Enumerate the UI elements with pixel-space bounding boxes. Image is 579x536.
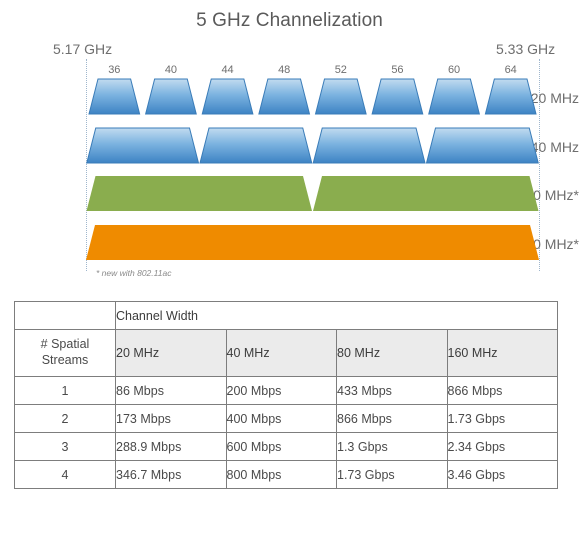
cell-rate-20mhz: 173 Mbps [115, 404, 227, 433]
channel-band-segment [86, 225, 539, 260]
table-col-header-40mhz: 40 MHz [225, 329, 337, 377]
row-header-line-1: # Spatial [40, 337, 90, 352]
data-rate-table: Channel Width # Spatial Streams 20 MHz 4… [14, 301, 558, 489]
cell-rate-160mhz: 2.34 Gbps [446, 432, 558, 461]
table-row-header-label: # Spatial Streams [14, 329, 116, 377]
channel-band-segment [86, 127, 200, 164]
channel-band-segment [313, 176, 539, 211]
table-col-header-20mhz: 20 MHz [115, 329, 227, 377]
cell-rate-80mhz: 1.73 Gbps [336, 460, 448, 489]
channel-band-segment [371, 78, 424, 115]
table-col-header-160mhz: 160 MHz [446, 329, 558, 377]
cell-streams: 3 [14, 432, 116, 461]
channelization-diagram: 5.17 GHz 5.33 GHz 36 40 44 48 52 56 60 64 20 MH… [0, 0, 579, 292]
cell-rate-80mhz: 1.3 Gbps [336, 432, 448, 461]
table-row: 4 346.7 Mbps 800 Mbps 1.73 Gbps 3.46 Gbp… [14, 460, 558, 489]
channel-band-segment [428, 78, 481, 115]
band-shapes [86, 78, 539, 260]
table-group-header-row: Channel Width [14, 301, 558, 330]
cell-rate-160mhz: 1.73 Gbps [446, 404, 558, 433]
cell-rate-40mhz: 800 Mbps [225, 460, 337, 489]
cell-streams: 1 [14, 376, 116, 405]
channel-band-segment [88, 78, 141, 115]
cell-streams: 2 [14, 404, 116, 433]
channel-band-segment [314, 78, 367, 115]
cell-rate-20mhz: 86 Mbps [115, 376, 227, 405]
channel-band-segment [484, 78, 537, 115]
channel-band-segment [144, 78, 197, 115]
channel-band-segment [86, 176, 312, 211]
cell-rate-20mhz: 346.7 Mbps [115, 460, 227, 489]
channel-band-segment [258, 78, 311, 115]
cell-rate-20mhz: 288.9 Mbps [115, 432, 227, 461]
cell-rate-80mhz: 433 Mbps [336, 376, 448, 405]
channel-band-segment [425, 127, 539, 164]
channel-band-segment [312, 127, 426, 164]
table-corner-blank [14, 301, 116, 330]
cell-rate-40mhz: 600 Mbps [225, 432, 337, 461]
cell-rate-160mhz: 3.46 Gbps [446, 460, 558, 489]
cell-rate-160mhz: 866 Mbps [446, 376, 558, 405]
table-col-header-80mhz: 80 MHz [336, 329, 448, 377]
table-column-header-row: # Spatial Streams 20 MHz 40 MHz 80 MHz 1… [14, 329, 558, 377]
table-row: 3 288.9 Mbps 600 Mbps 1.3 Gbps 2.34 Gbps [14, 432, 558, 461]
footnote: * new with 802.11ac [96, 268, 172, 278]
cell-rate-40mhz: 200 Mbps [225, 376, 337, 405]
channel-band-segment [201, 78, 254, 115]
cell-rate-40mhz: 400 Mbps [225, 404, 337, 433]
row-header-line-2: Streams [41, 353, 89, 367]
table-group-header: Channel Width [115, 301, 558, 330]
channel-band-segment [199, 127, 313, 164]
table-row: 1 86 Mbps 200 Mbps 433 Mbps 866 Mbps [14, 376, 558, 405]
cell-rate-80mhz: 866 Mbps [336, 404, 448, 433]
table-row: 2 173 Mbps 400 Mbps 866 Mbps 1.73 Gbps [14, 404, 558, 433]
cell-streams: 4 [14, 460, 116, 489]
